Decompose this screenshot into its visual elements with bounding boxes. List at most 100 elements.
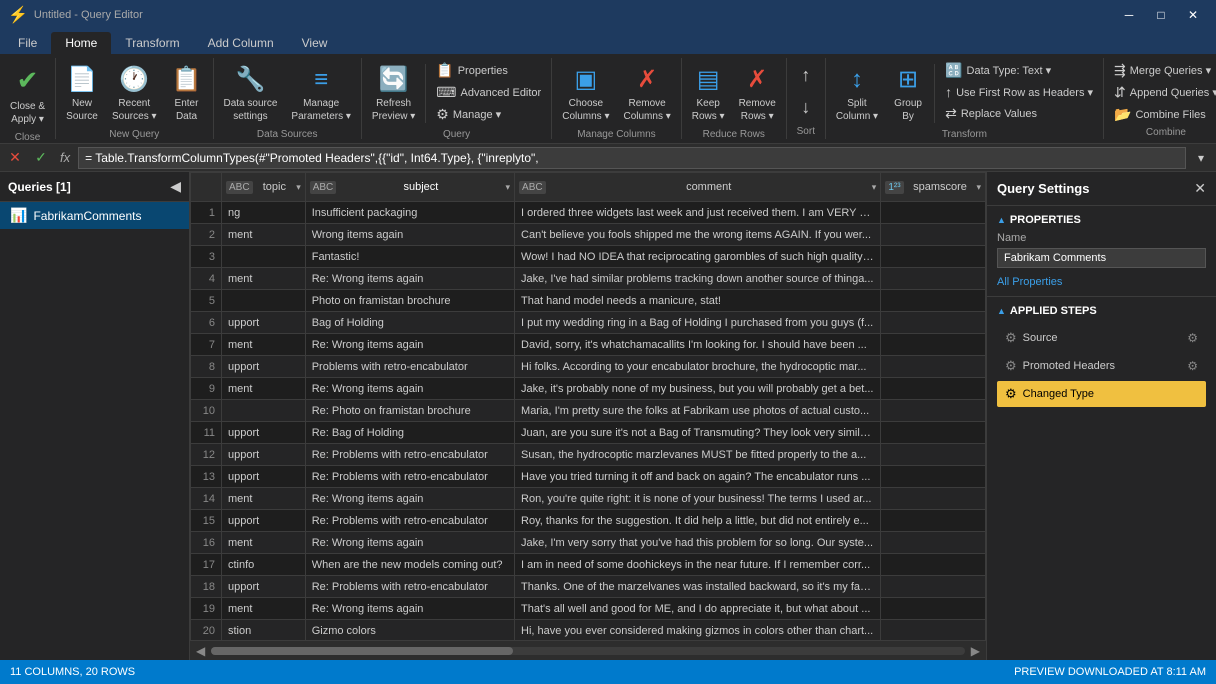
- table-row[interactable]: 9mentRe: Wrong items againJake, it's pro…: [191, 378, 986, 400]
- manage-button[interactable]: ⚙ Manage ▾: [430, 104, 547, 125]
- table-row[interactable]: 13upportRe: Problems with retro-encabula…: [191, 466, 986, 488]
- table-row[interactable]: 3Fantastic!Wow! I had NO IDEA that recip…: [191, 246, 986, 268]
- tab-view[interactable]: View: [288, 32, 342, 54]
- advanced-editor-icon: ⌨: [436, 84, 456, 101]
- tab-transform[interactable]: Transform: [111, 32, 193, 54]
- formula-reject-button[interactable]: ✕: [4, 147, 26, 169]
- remove-columns-button[interactable]: ✗ RemoveColumns ▾: [617, 60, 676, 127]
- row-number: 15: [191, 510, 222, 532]
- refresh-preview-button[interactable]: 🔄 RefreshPreview ▾: [366, 60, 421, 127]
- table-row[interactable]: 17ctinfoWhen are the new models coming o…: [191, 554, 986, 576]
- choose-columns-button[interactable]: ▣ ChooseColumns ▾: [556, 60, 615, 127]
- cell-comment: Jake, I'm very sorry that you've had thi…: [515, 532, 881, 554]
- data-type-button[interactable]: 🔠 Data Type: Text ▾: [939, 60, 1099, 81]
- step-item-promoted-headers[interactable]: ⚙Promoted Headers⚙: [997, 353, 1206, 379]
- manage-parameters-button[interactable]: ≡ ManageParameters ▾: [285, 60, 356, 127]
- cell-topic: ment: [222, 268, 306, 290]
- cell-comment: Juan, are you sure it's not a Bag of Tra…: [515, 422, 881, 444]
- table-row[interactable]: 5Photo on framistan brochureThat hand mo…: [191, 290, 986, 312]
- step-item-source[interactable]: ⚙Source⚙: [997, 325, 1206, 351]
- col-dropdown-subject[interactable]: ▾: [506, 182, 511, 193]
- cell-subject: Re: Problems with retro-encabulator: [305, 466, 514, 488]
- replace-values-button[interactable]: ⇄ Replace Values: [939, 103, 1099, 124]
- sidebar-item-fabrikam-comments[interactable]: 📊 FabrikamComments: [0, 202, 189, 229]
- split-column-button[interactable]: ↕ SplitColumn ▾: [830, 60, 884, 127]
- col-header-topic[interactable]: ABC topic ▾: [222, 173, 306, 202]
- grid-container[interactable]: ABC topic ▾ ABC subject ▾: [190, 172, 986, 640]
- maximize-button[interactable]: □: [1146, 5, 1176, 25]
- table-row[interactable]: 2mentWrong items againCan't believe you …: [191, 224, 986, 246]
- properties-button[interactable]: 📋 Properties: [430, 60, 547, 81]
- table-row[interactable]: 14mentRe: Wrong items againRon, you're q…: [191, 488, 986, 510]
- cell-subject: Re: Problems with retro-encabulator: [305, 576, 514, 598]
- append-queries-button[interactable]: ⇵ Append Queries ▾: [1108, 82, 1216, 103]
- step-item-changed-type[interactable]: ⚙Changed Type: [997, 381, 1206, 407]
- table-row[interactable]: 16mentRe: Wrong items againJake, I'm ver…: [191, 532, 986, 554]
- cell-subject: Re: Problems with retro-encabulator: [305, 444, 514, 466]
- table-row[interactable]: 12upportRe: Problems with retro-encabula…: [191, 444, 986, 466]
- table-row[interactable]: 4mentRe: Wrong items againJake, I've had…: [191, 268, 986, 290]
- sort-descending-button[interactable]: ↓: [791, 92, 821, 123]
- col-header-subject[interactable]: ABC subject ▾: [305, 173, 514, 202]
- cell-subject: Re: Wrong items again: [305, 334, 514, 356]
- tab-add-column[interactable]: Add Column: [194, 32, 288, 54]
- col-header-comment[interactable]: ABC comment ▾: [515, 173, 881, 202]
- table-row[interactable]: 1ngInsufficient packagingI ordered three…: [191, 202, 986, 224]
- scroll-track[interactable]: [211, 647, 965, 655]
- combine-files-button[interactable]: 📂 Combine Files: [1108, 104, 1216, 125]
- cell-spamscore: [881, 532, 986, 554]
- table-row[interactable]: 6upportBag of HoldingI put my wedding ri…: [191, 312, 986, 334]
- sort-ascending-button[interactable]: ↑: [791, 60, 821, 91]
- scroll-right-button[interactable]: ▶: [969, 642, 982, 660]
- close-apply-button[interactable]: ✔ Close &Apply ▾: [4, 60, 51, 130]
- scroll-thumb[interactable]: [211, 647, 512, 655]
- col-header-spamscore[interactable]: 1²³ spamscore ▾: [881, 173, 986, 202]
- horizontal-scrollbar[interactable]: ◀ ▶: [190, 640, 986, 660]
- recent-sources-button[interactable]: 🕐 RecentSources ▾: [106, 60, 162, 127]
- tab-file[interactable]: File: [4, 32, 51, 54]
- col-dropdown-comment[interactable]: ▾: [872, 182, 877, 193]
- ribbon-group-query: 🔄 RefreshPreview ▾ 📋 Properties ⌨ Advanc…: [362, 58, 552, 139]
- advanced-editor-button[interactable]: ⌨ Advanced Editor: [430, 82, 547, 103]
- formula-accept-button[interactable]: ✓: [30, 147, 52, 169]
- use-first-row-button[interactable]: ↑ Use First Row as Headers ▾: [939, 82, 1099, 102]
- remove-rows-button[interactable]: ✗ RemoveRows ▾: [733, 60, 782, 127]
- right-panel-close-button[interactable]: ✕: [1194, 180, 1206, 197]
- cell-subject: Re: Wrong items again: [305, 268, 514, 290]
- cell-topic: upport: [222, 312, 306, 334]
- table-row[interactable]: 18upportRe: Problems with retro-encabula…: [191, 576, 986, 598]
- cell-subject: Fantastic!: [305, 246, 514, 268]
- scroll-left-button[interactable]: ◀: [194, 642, 207, 660]
- minimize-button[interactable]: ─: [1114, 5, 1144, 25]
- merge-queries-button[interactable]: ⇶ Merge Queries ▾: [1108, 60, 1216, 81]
- data-source-settings-button[interactable]: 🔧 Data sourcesettings: [218, 60, 284, 127]
- table-row[interactable]: 7mentRe: Wrong items againDavid, sorry, …: [191, 334, 986, 356]
- step-gear-button[interactable]: ⚙: [1187, 331, 1198, 345]
- group-by-button[interactable]: ⊞ GroupBy: [886, 60, 930, 127]
- cell-subject: Insufficient packaging: [305, 202, 514, 224]
- col-dropdown-spamscore[interactable]: ▾: [976, 182, 981, 193]
- table-row[interactable]: 19mentRe: Wrong items againThat's all we…: [191, 598, 986, 620]
- properties-icon: 📋: [436, 62, 453, 79]
- table-row[interactable]: 15upportRe: Problems with retro-encabula…: [191, 510, 986, 532]
- cell-spamscore: [881, 422, 986, 444]
- row-number: 17: [191, 554, 222, 576]
- formula-expand-button[interactable]: ▾: [1190, 147, 1212, 169]
- name-input[interactable]: [997, 248, 1206, 268]
- table-row[interactable]: 11upportRe: Bag of HoldingJuan, are you …: [191, 422, 986, 444]
- col-dropdown-topic[interactable]: ▾: [296, 182, 301, 193]
- new-source-icon: 📄: [67, 64, 97, 95]
- table-row[interactable]: 10Re: Photo on framistan brochureMaria, …: [191, 400, 986, 422]
- manage-columns-group-label: Manage Columns: [556, 127, 677, 142]
- table-row[interactable]: 20stionGizmo colorsHi, have you ever con…: [191, 620, 986, 641]
- enter-data-button[interactable]: 📋 EnterData: [165, 60, 209, 127]
- sidebar-collapse-button[interactable]: ◀: [170, 178, 181, 195]
- formula-input[interactable]: [78, 147, 1186, 169]
- all-properties-link[interactable]: All Properties: [997, 276, 1062, 288]
- keep-rows-button[interactable]: ▤ KeepRows ▾: [686, 60, 731, 127]
- close-button[interactable]: ✕: [1178, 5, 1208, 25]
- step-gear-button[interactable]: ⚙: [1187, 359, 1198, 373]
- tab-home[interactable]: Home: [51, 32, 111, 54]
- new-source-button[interactable]: 📄 NewSource: [60, 60, 104, 127]
- table-row[interactable]: 8upportProblems with retro-encabulatorHi…: [191, 356, 986, 378]
